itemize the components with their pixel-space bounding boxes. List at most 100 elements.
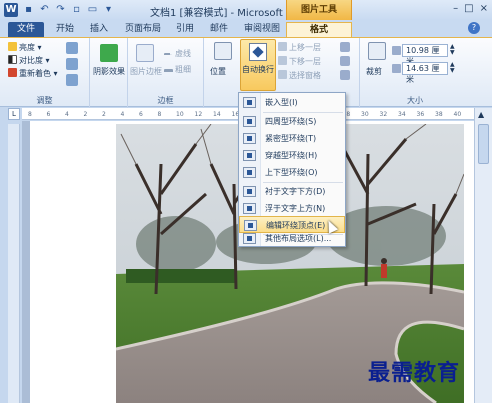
menu-item-through[interactable]: 穿越型环绕(H): [239, 147, 345, 164]
menu-item-behind-text[interactable]: 衬于文字下方(D): [239, 183, 345, 200]
ribbon-tabs: 文件 开始 插入 页面布局 引用 邮件 审阅 视图 格式: [0, 20, 492, 37]
quick-access-toolbar: ▪ ↶ ↷ ▫ ▭ ▾: [22, 3, 115, 16]
ruler-mark: 4: [120, 111, 125, 118]
undo-icon[interactable]: ↶: [38, 3, 51, 16]
ruler-mark: 40: [453, 111, 462, 118]
send-backward-icon: [278, 56, 287, 65]
position-button[interactable]: 位置: [210, 66, 226, 77]
tab-mailings[interactable]: 邮件: [206, 22, 232, 37]
width-spinner[interactable]: ▲ ▼: [450, 62, 458, 75]
picture-border-icon[interactable]: [136, 44, 154, 62]
maximize-button[interactable]: □: [464, 3, 473, 15]
word-window: W ▪ ↶ ↷ ▫ ▭ ▾ 文档1 [兼容模式] - Microsoft Wor…: [0, 0, 492, 403]
wrap-text-label: 自动换行: [242, 65, 274, 74]
group-label-border: 边框: [157, 96, 174, 105]
menu-item-label: 其他布局选项(L)...: [265, 234, 332, 243]
dash-label: 虚线: [175, 49, 191, 58]
bring-forward-button[interactable]: 上移一层: [278, 42, 321, 53]
shadow-effects-button[interactable]: 阴影效果: [90, 66, 128, 77]
ruler-mark: 8: [28, 111, 32, 118]
scroll-up-icon[interactable]: ▲: [478, 110, 484, 119]
selection-pane-icon: [278, 70, 287, 79]
in-front-of-text-icon: [243, 203, 256, 214]
brightness-button[interactable]: 亮度 ▾: [8, 42, 42, 53]
menu-item-top-bottom[interactable]: 上下型环绕(O): [239, 164, 345, 181]
height-field[interactable]: 10.98 厘米: [402, 44, 448, 66]
watermark-text: 最需教育: [368, 360, 461, 386]
shadow-effects-icon[interactable]: [100, 44, 118, 62]
contrast-label: 对比度 ▾: [19, 56, 50, 65]
tab-insert[interactable]: 插入: [86, 22, 112, 37]
crop-icon[interactable]: [368, 42, 386, 60]
tab-file[interactable]: 文件: [8, 22, 44, 37]
contrast-button[interactable]: 对比度 ▾: [8, 55, 50, 66]
menu-item-inline[interactable]: 嵌入型(I): [239, 94, 345, 111]
ruler-mark: 30: [361, 111, 369, 118]
open-folder-icon[interactable]: ▭: [86, 3, 99, 16]
word-app-icon[interactable]: W: [4, 3, 18, 17]
group-label-adjust: 调整: [36, 96, 53, 105]
ruler-mark: 4: [65, 111, 69, 118]
window-controls: – □ ×: [453, 3, 488, 15]
align-icon[interactable]: [340, 42, 350, 52]
tab-home[interactable]: 开始: [52, 22, 78, 37]
help-icon[interactable]: ?: [468, 22, 480, 34]
dash-button[interactable]: 虚线: [164, 48, 191, 59]
dash-icon: [164, 53, 173, 57]
tab-format[interactable]: 格式: [286, 22, 352, 37]
tab-view[interactable]: 视图: [258, 22, 284, 37]
menu-item-tight[interactable]: 紧密型环绕(T): [239, 130, 345, 147]
ruler-mark: 8: [157, 111, 162, 118]
title-bar: W ▪ ↶ ↷ ▫ ▭ ▾ 文档1 [兼容模式] - Microsoft Wor…: [0, 0, 492, 20]
behind-text-icon: [243, 186, 256, 197]
menu-item-label: 四周型环绕(S): [265, 117, 317, 126]
compress-pictures-icon[interactable]: [66, 42, 78, 54]
reset-picture-icon[interactable]: [66, 74, 78, 86]
tab-references[interactable]: 引用: [172, 22, 198, 37]
save-icon[interactable]: ▪: [22, 3, 35, 16]
rotate-icon[interactable]: [340, 70, 350, 80]
weight-button[interactable]: 粗细: [164, 64, 191, 75]
ruler-mark: 36: [416, 111, 425, 118]
selection-pane-button[interactable]: 选择窗格: [278, 70, 321, 81]
width-field[interactable]: 14.63 厘米: [402, 62, 448, 84]
menu-item-square[interactable]: 四周型环绕(S): [239, 113, 345, 130]
group-objects-icon[interactable]: [340, 56, 350, 66]
ruler-mark: 2: [83, 111, 88, 118]
ruler-mark: 10: [176, 111, 184, 118]
through-wrap-icon: [243, 150, 256, 161]
vertical-ruler[interactable]: [8, 124, 20, 403]
redo-icon[interactable]: ↷: [54, 3, 67, 16]
height-icon: [392, 46, 401, 55]
tight-wrap-icon: [243, 133, 256, 144]
vertical-scrollbar[interactable]: ▲: [474, 108, 492, 403]
bring-forward-label: 上移一层: [289, 43, 321, 52]
group-border: 图片边框 虚线 粗细 边框: [128, 38, 204, 108]
more-layout-options-icon: [243, 233, 256, 244]
wrap-text-icon: [249, 43, 267, 61]
weight-icon: [164, 69, 173, 73]
wrap-text-button[interactable]: 自动换行: [240, 39, 276, 91]
change-picture-icon[interactable]: [66, 58, 78, 70]
scroll-thumb[interactable]: [478, 124, 489, 164]
minimize-button[interactable]: –: [453, 3, 458, 15]
menu-item-label: 上下型环绕(O): [265, 168, 318, 177]
tab-selector[interactable]: L: [8, 108, 20, 120]
close-button[interactable]: ×: [480, 3, 488, 15]
tab-page-layout[interactable]: 页面布局: [120, 22, 166, 37]
ruler-mark: 14: [213, 111, 221, 118]
height-spinner[interactable]: ▲ ▼: [450, 44, 458, 57]
menu-item-label: 嵌入型(I): [265, 98, 298, 107]
new-doc-icon[interactable]: ▫: [70, 3, 83, 16]
recolor-button[interactable]: 重新着色 ▾: [8, 68, 58, 79]
ruler-mark: 32: [379, 111, 388, 118]
ruler-mark: 6: [46, 111, 51, 118]
menu-item-in-front-of-text[interactable]: 浮于文字上方(N): [239, 200, 345, 217]
bring-forward-icon: [278, 42, 287, 51]
position-icon[interactable]: [214, 42, 232, 60]
send-backward-button[interactable]: 下移一层: [278, 56, 321, 67]
crop-button[interactable]: 裁剪: [366, 66, 382, 77]
menu-item-label: 穿越型环绕(H): [265, 151, 318, 160]
customize-qat-icon[interactable]: ▾: [102, 3, 115, 16]
picture-border-button[interactable]: 图片边框: [128, 66, 164, 77]
